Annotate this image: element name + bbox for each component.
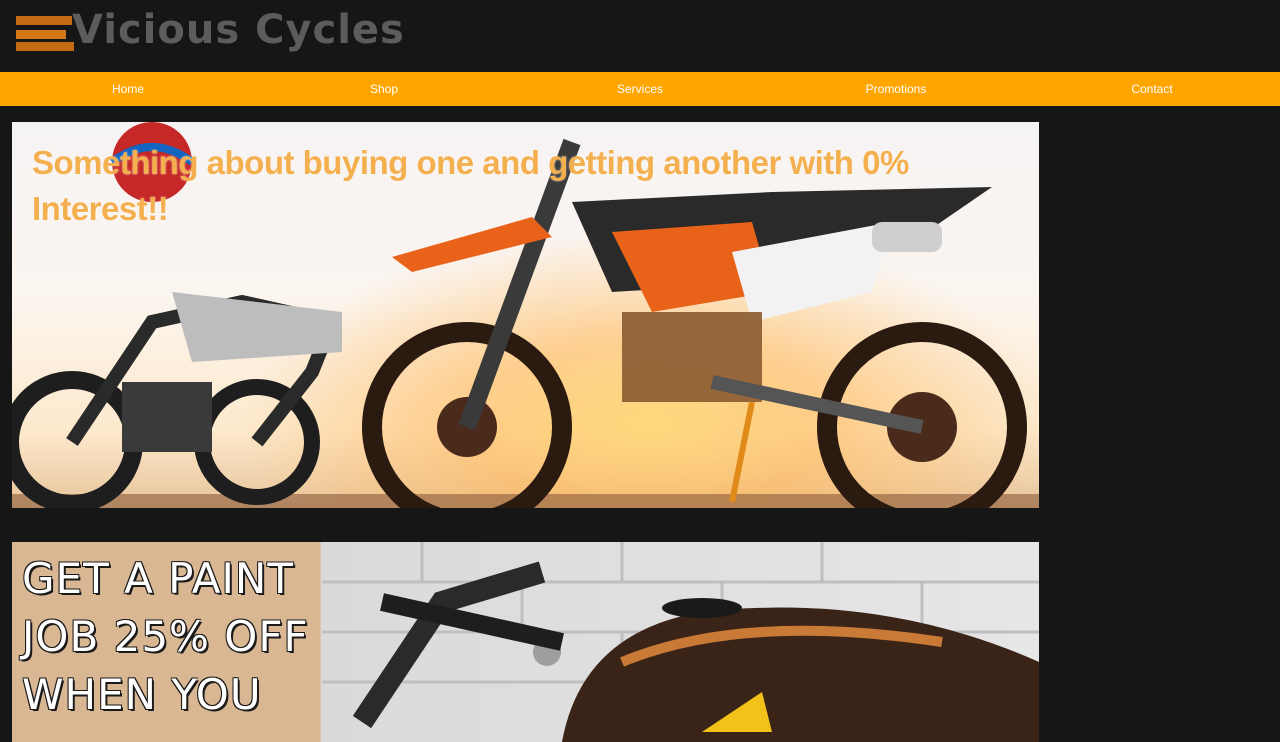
promo-headline-paint-job: GET A PAINT JOB 25% OFF WHEN YOU [22, 554, 309, 719]
logo-text: Vicious Cycles [72, 7, 405, 53]
nav-item-services[interactable]: Services [512, 72, 768, 106]
site-logo[interactable]: Vicious Cycles [16, 8, 405, 52]
promo-banner-dirt-bikes[interactable]: Something about buying one and getting a… [12, 122, 1039, 508]
nav-item-shop[interactable]: Shop [256, 72, 512, 106]
nav-item-home[interactable]: Home [0, 72, 256, 106]
motorcycle-tank-image [322, 542, 1039, 742]
site-header: Vicious Cycles [0, 0, 1280, 72]
main-nav: Home Shop Services Promotions Contact [0, 72, 1280, 106]
promo-banner-paint-job[interactable]: GET A PAINT JOB 25% OFF WHEN YOU [12, 542, 1039, 742]
nav-item-promotions[interactable]: Promotions [768, 72, 1024, 106]
logo-stripes-icon [16, 12, 74, 51]
promo-headline-interest: Something about buying one and getting a… [32, 144, 909, 227]
nav-item-contact[interactable]: Contact [1024, 72, 1280, 106]
